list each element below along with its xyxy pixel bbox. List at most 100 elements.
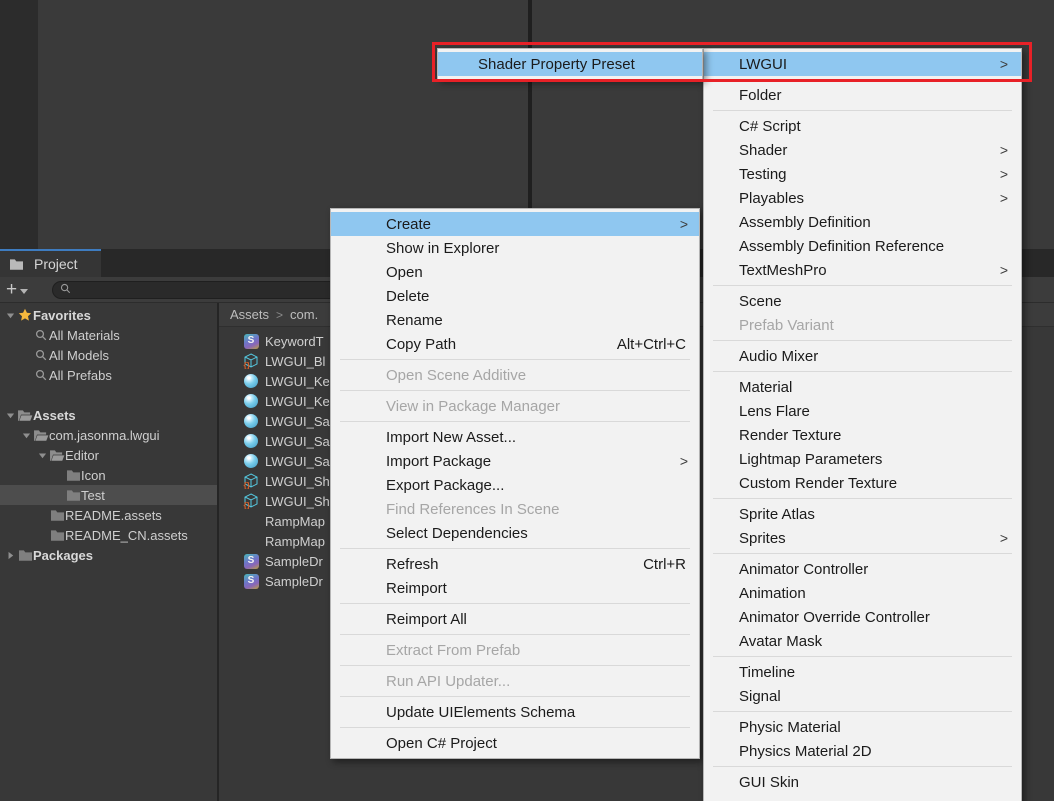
sidebar-item-editor[interactable]: Editor xyxy=(0,445,217,465)
menu-item-physics-material-2d[interactable]: Physics Material 2D xyxy=(704,739,1021,763)
menu-item-avatar-mask[interactable]: Avatar Mask xyxy=(704,629,1021,653)
sidebar-item-all-prefabs[interactable]: All Prefabs xyxy=(0,365,217,385)
menu-item-lwgui[interactable]: LWGUI> xyxy=(704,52,1021,76)
create-asset-button[interactable]: + xyxy=(6,280,28,300)
sidebar-item-label: Favorites xyxy=(33,308,91,323)
breadcrumb-segment-assets[interactable]: Assets xyxy=(230,307,269,322)
material-icon xyxy=(243,413,259,429)
sidebar-item-favorites[interactable]: Favorites xyxy=(0,305,217,325)
menu-item-c-script[interactable]: C# Script xyxy=(704,114,1021,138)
menu-item-select-dependencies[interactable]: Select Dependencies xyxy=(331,521,699,545)
menu-item-render-texture[interactable]: Render Texture xyxy=(704,423,1021,447)
menu-item-playables[interactable]: Playables> xyxy=(704,186,1021,210)
menu-item-shader-property-preset[interactable]: Shader Property Preset xyxy=(438,52,702,76)
menu-item-assembly-definition[interactable]: Assembly Definition xyxy=(704,210,1021,234)
menu-item-export-package[interactable]: Export Package... xyxy=(331,473,699,497)
menu-item-lightmap-parameters[interactable]: Lightmap Parameters xyxy=(704,447,1021,471)
menu-item-assembly-definition-reference[interactable]: Assembly Definition Reference xyxy=(704,234,1021,258)
sidebar-item-assets[interactable]: Assets xyxy=(0,405,217,425)
submenu-chevron-icon: > xyxy=(1000,262,1008,278)
menu-item-reimport[interactable]: Reimport xyxy=(331,576,699,600)
menu-item-import-new-asset[interactable]: Import New Asset... xyxy=(331,425,699,449)
menu-separator xyxy=(713,766,1012,767)
menu-item-sprites[interactable]: Sprites> xyxy=(704,526,1021,550)
menu-item-scene[interactable]: Scene xyxy=(704,289,1021,313)
sidebar-item-com-jasonma-lwgui[interactable]: com.jasonma.lwgui xyxy=(0,425,217,445)
menu-item-lens-flare[interactable]: Lens Flare xyxy=(704,399,1021,423)
menu-separator xyxy=(713,340,1012,341)
sidebar-item-readme-cn-assets[interactable]: README_CN.assets xyxy=(0,525,217,545)
folder-icon xyxy=(17,547,33,563)
menu-item-animator-override-controller[interactable]: Animator Override Controller xyxy=(704,605,1021,629)
search-input[interactable] xyxy=(75,283,344,297)
sidebar-item-label: README_CN.assets xyxy=(65,528,188,543)
menu-item-import-package[interactable]: Import Package> xyxy=(331,449,699,473)
menu-item-custom-font[interactable]: Custom Font xyxy=(704,794,1021,801)
menu-item-audio-mixer[interactable]: Audio Mixer xyxy=(704,344,1021,368)
menu-item-label: Lens Flare xyxy=(739,403,810,420)
menu-item-label: Physics Material 2D xyxy=(739,743,872,760)
tab-project[interactable]: Project xyxy=(0,249,101,277)
menu-item-signal[interactable]: Signal xyxy=(704,684,1021,708)
search-field[interactable] xyxy=(52,281,352,299)
tab-project-label: Project xyxy=(34,256,78,272)
menu-item-label: View in Package Manager xyxy=(386,398,560,415)
submenu-chevron-icon: > xyxy=(1000,166,1008,182)
sidebar-item-all-models[interactable]: All Models xyxy=(0,345,217,365)
menu-item-open[interactable]: Open xyxy=(331,260,699,284)
menu-item-animator-controller[interactable]: Animator Controller xyxy=(704,557,1021,581)
script-icon: S xyxy=(243,553,259,569)
menu-item-label: Show in Explorer xyxy=(386,240,499,257)
sidebar-item-test[interactable]: Test xyxy=(0,485,217,505)
menu-item-sprite-atlas[interactable]: Sprite Atlas xyxy=(704,502,1021,526)
menu-item-textmeshpro[interactable]: TextMeshPro> xyxy=(704,258,1021,282)
sidebar-item-readme-assets[interactable]: README.assets xyxy=(0,505,217,525)
menu-item-create[interactable]: Create> xyxy=(331,212,699,236)
menu-item-label: Shader xyxy=(739,142,787,159)
menu-item-label: Avatar Mask xyxy=(739,633,822,650)
folder-icon xyxy=(49,507,65,523)
menu-item-gui-skin[interactable]: GUI Skin xyxy=(704,770,1021,794)
menu-item-rename[interactable]: Rename xyxy=(331,308,699,332)
unity-editor-window: Project + Favorites All Materials All Mode… xyxy=(0,0,1054,801)
submenu-chevron-icon: > xyxy=(680,216,688,232)
menu-item-label: Animator Override Controller xyxy=(739,609,930,626)
breadcrumb-segment-com[interactable]: com. xyxy=(290,307,318,322)
folder-icon xyxy=(49,527,65,543)
menu-item-physic-material[interactable]: Physic Material xyxy=(704,715,1021,739)
sidebar-item-all-materials[interactable]: All Materials xyxy=(0,325,217,345)
menu-item-label: Assembly Definition Reference xyxy=(739,238,944,255)
menu-item-label: Timeline xyxy=(739,664,795,681)
menu-item-timeline[interactable]: Timeline xyxy=(704,660,1021,684)
menu-item-testing[interactable]: Testing > xyxy=(704,162,1021,186)
menu-separator xyxy=(340,548,690,549)
sidebar-item-packages[interactable]: Packages xyxy=(0,545,217,565)
menu-item-open-c-project[interactable]: Open C# Project xyxy=(331,731,699,755)
sidebar-item-label: Assets xyxy=(33,408,76,423)
sidebar-item-label: All Models xyxy=(49,348,109,363)
shader-icon: {} xyxy=(243,473,259,489)
menu-item-label: Rename xyxy=(386,312,443,329)
menu-item-shader[interactable]: Shader> xyxy=(704,138,1021,162)
folder-open-icon xyxy=(17,407,33,423)
menu-item-show-in-explorer[interactable]: Show in Explorer xyxy=(331,236,699,260)
menu-item-label: Open Scene Additive xyxy=(386,367,526,384)
menu-item-folder[interactable]: Folder xyxy=(704,83,1021,107)
menu-item-label: C# Script xyxy=(739,118,801,135)
menu-item-label: Delete xyxy=(386,288,429,305)
menu-item-copy-path[interactable]: Copy PathAlt+Ctrl+C xyxy=(331,332,699,356)
menu-item-refresh[interactable]: RefreshCtrl+R xyxy=(331,552,699,576)
menu-item-material[interactable]: Material xyxy=(704,375,1021,399)
menu-item-animation[interactable]: Animation xyxy=(704,581,1021,605)
menu-item-delete[interactable]: Delete xyxy=(331,284,699,308)
menu-item-label: Lightmap Parameters xyxy=(739,451,882,468)
menu-item-label: LWGUI xyxy=(739,56,787,73)
sidebar-item-icon[interactable]: Icon xyxy=(0,465,217,485)
menu-item-update-uielements-schema[interactable]: Update UIElements Schema xyxy=(331,700,699,724)
asset-label: LWGUI_Bl xyxy=(265,354,325,369)
menu-item-custom-render-texture[interactable]: Custom Render Texture xyxy=(704,471,1021,495)
asset-label: LWGUI_Sa xyxy=(265,434,330,449)
menu-item-reimport-all[interactable]: Reimport All xyxy=(331,607,699,631)
sidebar-item-label: Icon xyxy=(81,468,106,483)
menu-item-label: Testing xyxy=(739,166,787,183)
